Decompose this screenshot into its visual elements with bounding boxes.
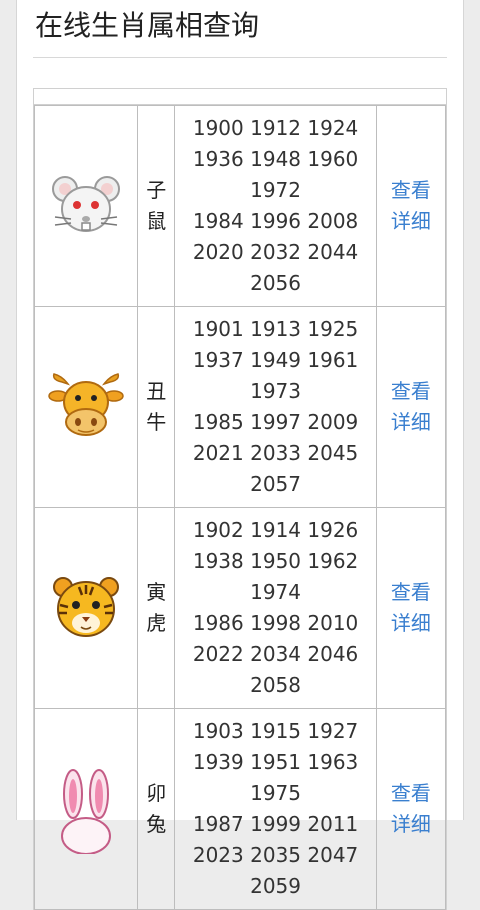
page-title: 在线生肖属相查询 xyxy=(35,9,260,42)
table-header xyxy=(34,89,446,105)
zodiac-name: 寅 虎 xyxy=(137,507,176,709)
view-details-link[interactable]: 查看 详细 xyxy=(375,507,447,709)
table-row: 丑 牛 1901 1913 1925 1937 1949 1961 1973 1… xyxy=(33,306,447,508)
content-card: 在线生肖属相查询 子 鼠 1900 1912 1924 1936 1948 19… xyxy=(16,0,464,910)
zodiac-name: 丑 牛 xyxy=(137,306,176,508)
view-details-link[interactable]: 查看 详细 xyxy=(375,105,447,307)
title-divider xyxy=(33,57,447,58)
zodiac-name: 卯 兔 xyxy=(137,708,176,910)
zodiac-name: 子 鼠 xyxy=(137,105,176,307)
ox-icon xyxy=(48,373,124,436)
zodiac-years: 1901 1913 1925 1937 1949 1961 1973 1985 … xyxy=(174,306,377,508)
zodiac-icon-cell xyxy=(33,708,139,910)
zodiac-years: 1902 1914 1926 1938 1950 1962 1974 1986 … xyxy=(174,507,377,709)
zodiac-icon-cell xyxy=(33,306,139,508)
table-row: 卯 兔 1903 1915 1927 1939 1951 1963 1975 1… xyxy=(33,708,447,910)
table-row: 子 鼠 1900 1912 1924 1936 1948 1960 1972 1… xyxy=(33,105,447,307)
zodiac-icon-cell xyxy=(33,507,139,709)
zodiac-table: 子 鼠 1900 1912 1924 1936 1948 1960 1972 1… xyxy=(33,88,447,910)
rat-icon xyxy=(52,176,121,232)
table-row: 寅 虎 1902 1914 1926 1938 1950 1962 1974 1… xyxy=(33,507,447,709)
tiger-icon xyxy=(53,577,120,637)
zodiac-years: 1903 1915 1927 1939 1951 1963 1975 1987 … xyxy=(174,708,377,910)
view-details-link[interactable]: 查看 详细 xyxy=(375,708,447,910)
rabbit-icon xyxy=(61,769,112,854)
zodiac-icon-cell xyxy=(33,105,139,307)
view-details-link[interactable]: 查看 详细 xyxy=(375,306,447,508)
zodiac-years: 1900 1912 1924 1936 1948 1960 1972 1984 … xyxy=(174,105,377,307)
